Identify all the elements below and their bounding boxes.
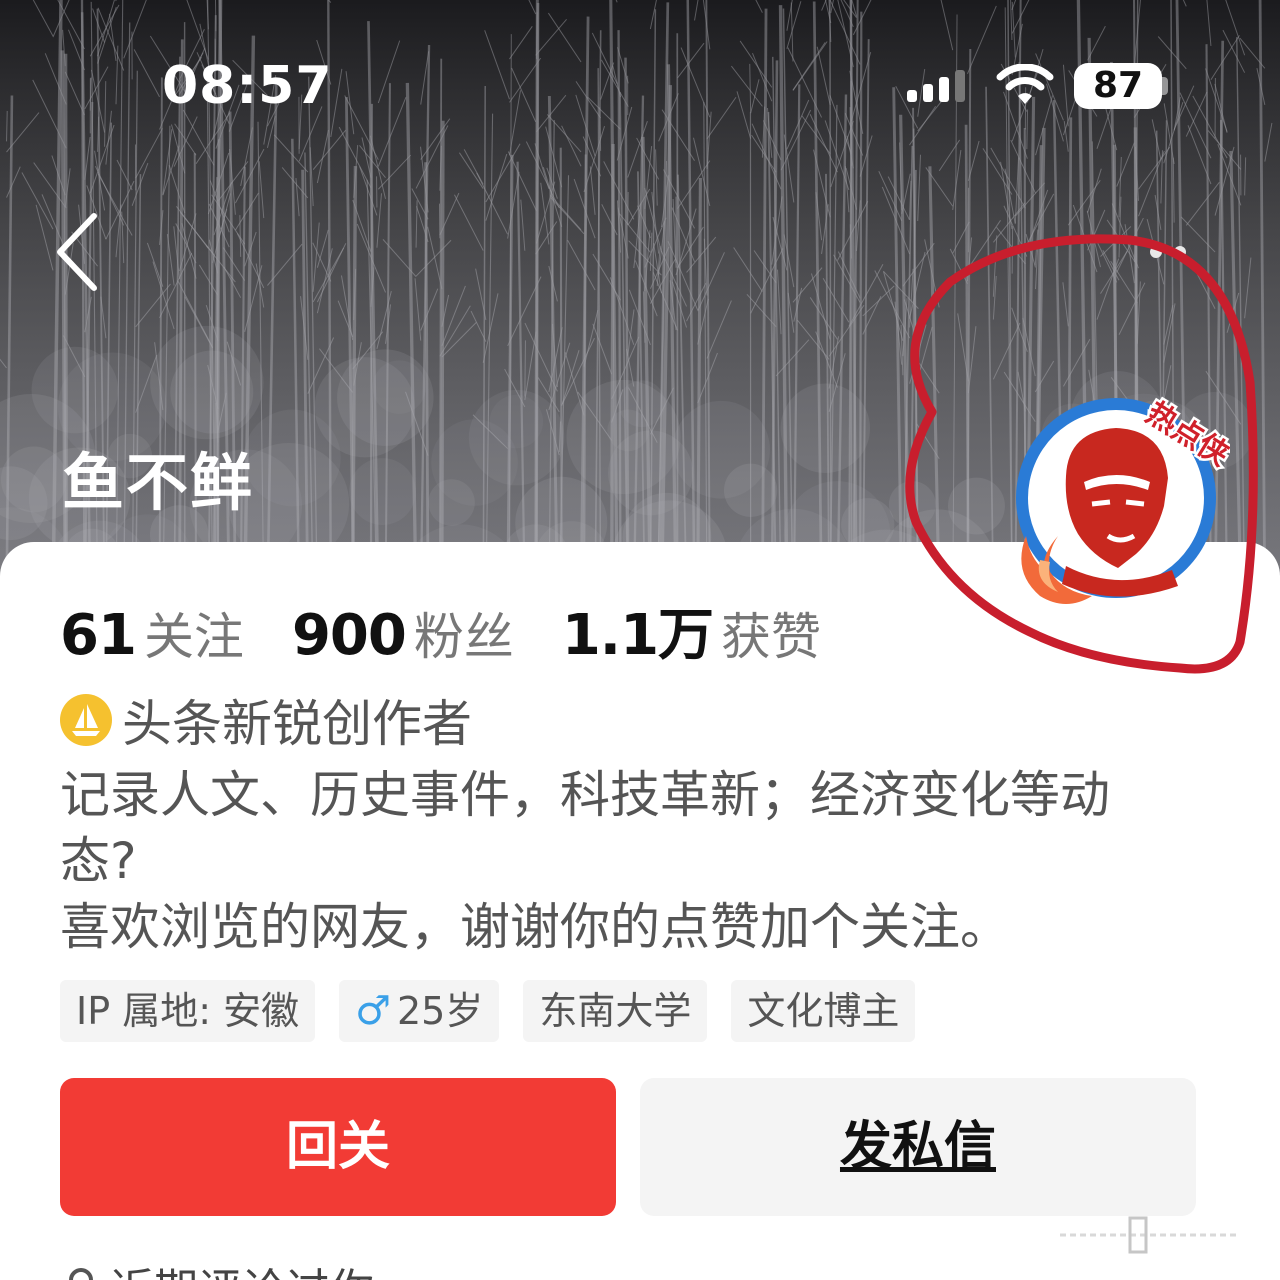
stat-label: 粉丝	[413, 608, 514, 666]
recent-comments-label: 近期评论过你	[110, 1254, 374, 1280]
stat-label: 关注	[143, 608, 244, 666]
cellular-signal-icon	[907, 70, 965, 102]
battery-cap	[1162, 77, 1168, 95]
stat-value: 1.1万	[561, 603, 714, 668]
stat-value: 900	[291, 603, 407, 668]
tag-label: 25岁	[396, 989, 484, 1033]
send-message-button[interactable]: 发私信	[640, 1078, 1196, 1216]
bio-line: 态?	[60, 832, 137, 890]
chevron-left-icon	[57, 213, 97, 291]
sailboat-badge-icon	[60, 694, 112, 746]
battery-indicator: 87	[1074, 63, 1162, 109]
profile-tags: IP 属地: 安徽 ♂ 25岁 东南大学 文化博主	[60, 980, 939, 1042]
male-gender-icon: ♂	[355, 988, 391, 1034]
stat-label: 获赞	[721, 608, 822, 666]
wifi-icon	[996, 64, 1054, 104]
more-icon-dot	[1150, 246, 1162, 258]
tag-ip-location: IP 属地: 安徽	[60, 980, 316, 1042]
bio-line: 记录人文、历史事件，科技革新；经济变化等动	[60, 766, 1110, 824]
profile-avatar[interactable]: 热点侠	[1006, 386, 1238, 610]
follow-back-button[interactable]: 回关	[60, 1078, 616, 1216]
avatar-portrait: 热点侠	[1016, 393, 1238, 604]
stat-following[interactable]: 61 关注	[60, 597, 244, 669]
more-options-button[interactable]	[1140, 238, 1200, 268]
tag-label: 文化博主	[747, 989, 900, 1033]
recent-comments-row[interactable]: 近期评论过你	[64, 1254, 374, 1280]
location-pin-icon	[69, 1268, 93, 1280]
status-time: 08:57	[162, 56, 333, 116]
stat-likes[interactable]: 1.1万 获赞	[562, 590, 821, 671]
more-icon-dot	[1174, 246, 1186, 258]
tag-category: 文化博主	[731, 980, 916, 1042]
tag-label: IP 属地: 安徽	[76, 989, 300, 1033]
stat-value: 61	[60, 603, 137, 668]
creator-badge-label: 头条新锐创作者	[122, 695, 472, 753]
profile-name: 鱼不鲜	[62, 446, 255, 519]
back-button[interactable]	[52, 210, 112, 294]
bio-line: 喜欢浏览的网友，谢谢你的点赞加个关注。	[60, 898, 1010, 956]
tag-label: 东南大学	[539, 989, 692, 1033]
creator-badge[interactable]: 头条新锐创作者	[60, 684, 472, 756]
status-bar: 08:57 87	[0, 0, 1280, 170]
profile-bio: 记录人文、历史事件，科技革新；经济变化等动 态? 喜欢浏览的网友，谢谢你的点赞加…	[60, 762, 1220, 960]
tag-school: 东南大学	[523, 980, 708, 1042]
stat-followers[interactable]: 900 粉丝	[292, 597, 514, 669]
profile-stats: 61 关注 900 粉丝 1.1万 获赞	[60, 590, 869, 668]
tag-age: ♂ 25岁	[339, 980, 500, 1042]
